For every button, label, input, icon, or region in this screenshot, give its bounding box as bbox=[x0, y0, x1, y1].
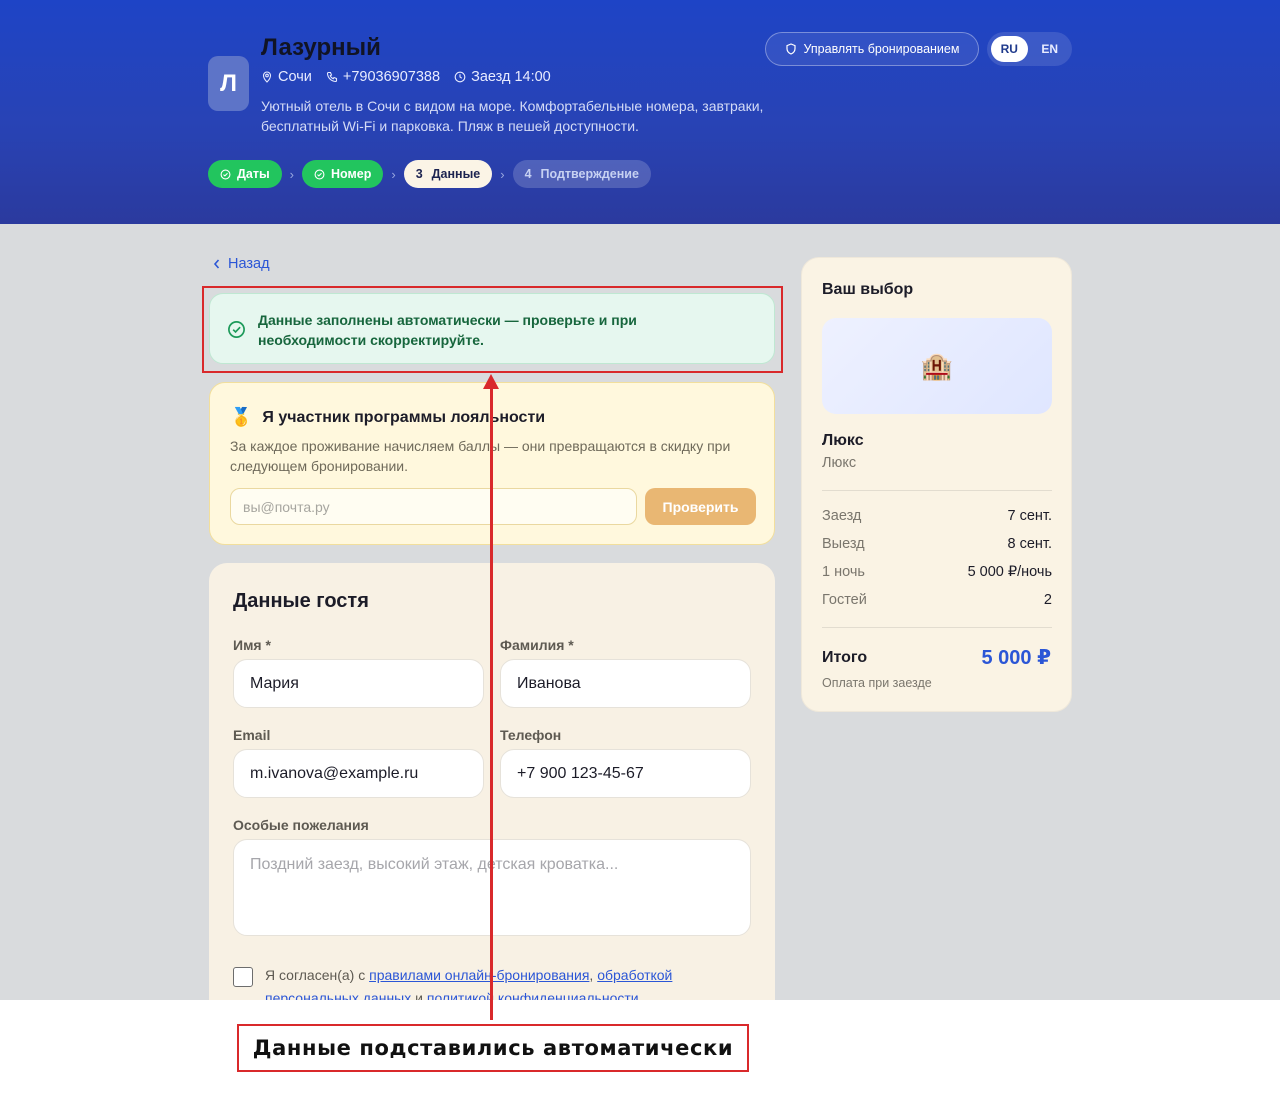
loyalty-title: 🥇 Я участник программы лояльности bbox=[230, 407, 546, 427]
total-value: 5 000 ₽ bbox=[981, 647, 1051, 669]
guest-details-title: Данные гостя bbox=[233, 590, 369, 612]
hotel-description: Уютный отель в Сочи с видом на море. Ком… bbox=[261, 98, 764, 134]
check-circle-icon bbox=[314, 169, 325, 179]
first-name-label: Имя * bbox=[233, 637, 271, 653]
summary-divider bbox=[822, 490, 1052, 491]
step-dates[interactable]: Даты bbox=[208, 160, 282, 188]
chevron-left-icon bbox=[213, 259, 220, 269]
language-switcher: RU EN bbox=[987, 32, 1072, 66]
manage-booking-button[interactable]: Управлять бронированием bbox=[765, 32, 979, 66]
phone-label: Телефон bbox=[500, 727, 562, 743]
phone-icon bbox=[326, 71, 337, 83]
last-name-label: Фамилия * bbox=[500, 637, 574, 653]
hotel-city: Сочи bbox=[261, 69, 312, 85]
chevron-right-icon: › bbox=[391, 166, 396, 182]
loyalty-email-input[interactable] bbox=[230, 488, 637, 525]
step-number: 3 bbox=[415, 167, 423, 181]
consent-checkbox[interactable] bbox=[233, 967, 253, 987]
step-room[interactable]: Номер bbox=[302, 160, 384, 188]
chevron-right-icon: › bbox=[289, 166, 294, 182]
payment-note: Оплата при заезде bbox=[822, 676, 932, 690]
summary-row-checkout: Выезд 8 сент. bbox=[822, 536, 1052, 552]
summary-divider bbox=[822, 627, 1052, 628]
last-name-field[interactable]: Иванова bbox=[500, 659, 751, 708]
booking-steps: Даты › Номер › 3 Данные › 4 Подтверждени… bbox=[208, 160, 651, 188]
loyalty-subtitle: За каждое проживание начисляем баллы — о… bbox=[230, 438, 731, 474]
lang-ru-button[interactable]: RU bbox=[991, 36, 1028, 62]
hotel-meta: Сочи +79036907388 Заезд 14:00 bbox=[261, 69, 551, 85]
summary-row-nights: 1 ночь 5 000 ₽/ночь bbox=[822, 564, 1052, 580]
annotation-arrow-line bbox=[490, 388, 493, 1020]
consent-text: Я согласен(а) с правилами онлайн-брониро… bbox=[265, 964, 745, 1000]
first-name-field[interactable]: Мария bbox=[233, 659, 484, 708]
room-type: Люкс bbox=[822, 455, 857, 471]
clock-icon bbox=[454, 71, 466, 83]
summary-row-guests: Гостей 2 bbox=[822, 592, 1052, 608]
privacy-policy-link[interactable]: политикой конфиденциальности bbox=[427, 990, 639, 1000]
hotel-header: Л Лазурный Сочи +79036907388 Заезд 14:00… bbox=[0, 0, 1280, 224]
check-circle-icon bbox=[220, 169, 231, 179]
hotel-checkin: Заезд 14:00 bbox=[454, 69, 551, 85]
loyalty-check-button[interactable]: Проверить bbox=[645, 488, 756, 525]
back-link[interactable]: Назад bbox=[212, 256, 270, 272]
step-details[interactable]: 3 Данные bbox=[403, 160, 493, 188]
hotel-icon: 🏨 bbox=[822, 318, 1052, 414]
room-name: Люкс bbox=[822, 432, 864, 449]
chevron-right-icon: › bbox=[500, 166, 505, 182]
email-field[interactable]: m.ivanova@example.ru bbox=[233, 749, 484, 798]
booking-summary-card: Ваш выбор 🏨 Люкс Люкс Заезд 7 сент. Выезд… bbox=[801, 257, 1072, 712]
medal-icon: 🥇 bbox=[230, 407, 253, 427]
page-screenshot: Л Лазурный Сочи +79036907388 Заезд 14:00… bbox=[0, 0, 1280, 1000]
annotation-highlight-box bbox=[202, 286, 783, 373]
summary-row-checkin: Заезд 7 сент. bbox=[822, 508, 1052, 524]
hotel-phone[interactable]: +79036907388 bbox=[326, 69, 440, 85]
hotel-logo: Л bbox=[208, 56, 249, 111]
annotation-arrow-head bbox=[483, 374, 499, 389]
wishes-label: Особые пожелания bbox=[233, 817, 369, 833]
lang-en-button[interactable]: EN bbox=[1032, 36, 1069, 62]
annotation-callout: Данные подставились автоматически bbox=[237, 1024, 749, 1072]
email-label: Email bbox=[233, 727, 271, 743]
hotel-name: Лазурный bbox=[261, 34, 381, 61]
location-pin-icon bbox=[262, 71, 272, 83]
total-label: Итого bbox=[822, 649, 868, 666]
step-number: 4 bbox=[524, 167, 532, 181]
phone-field[interactable]: +7 900 123-45-67 bbox=[500, 749, 751, 798]
summary-title: Ваш выбор bbox=[822, 281, 914, 298]
step-confirmation: 4 Подтверждение bbox=[512, 160, 651, 188]
shield-icon bbox=[785, 43, 796, 55]
booking-rules-link[interactable]: правилами онлайн-бронирования bbox=[369, 967, 589, 983]
